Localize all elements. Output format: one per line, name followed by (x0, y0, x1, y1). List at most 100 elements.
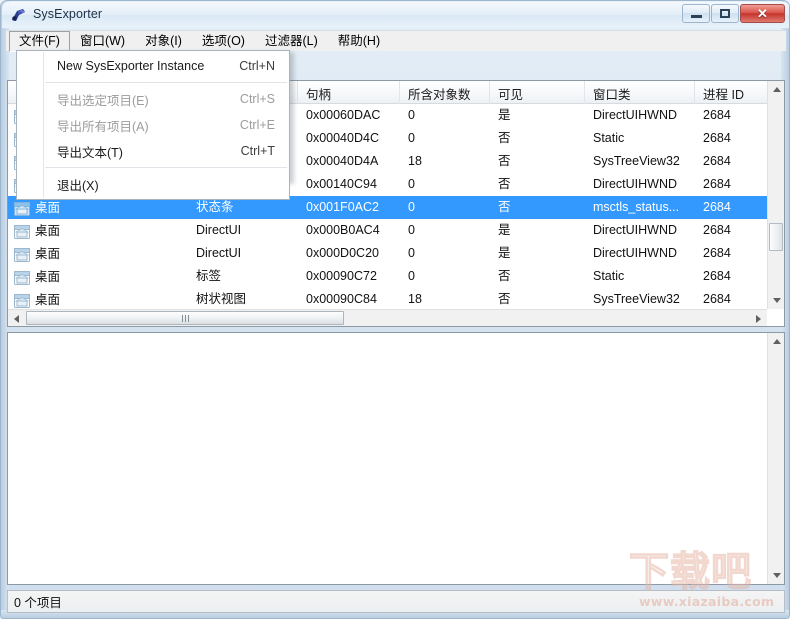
table-row[interactable]: 桌面 DirectUI 0x000D0C20 0 是 DirectUIHWND 2684 (8, 242, 784, 265)
cell-control: DirectUI (196, 246, 242, 260)
menu-filter[interactable]: 过滤器(L) (255, 31, 328, 52)
minimize-button[interactable] (682, 4, 710, 23)
cell-visible: 是 (498, 246, 511, 260)
scroll-thumb-grip (181, 314, 189, 322)
menu-options[interactable]: 选项(O) (192, 31, 255, 52)
cell-handle: 0x001F0AC2 (306, 200, 379, 214)
cell-objects: 18 (408, 292, 422, 306)
cell-pid: 2684 (703, 131, 731, 145)
cell-pid: 2684 (703, 154, 731, 168)
cell-objects: 18 (408, 154, 422, 168)
menu-help[interactable]: 帮助(H) (328, 31, 390, 52)
window-title: SysExporter (33, 7, 103, 21)
window-controls: ✕ (682, 4, 785, 23)
listview-vertical-scrollbar[interactable] (767, 81, 784, 309)
cell-handle: 0x000D0C20 (306, 246, 379, 260)
cell-class: SysTreeView32 (593, 292, 680, 306)
cell-visible: 是 (498, 108, 511, 122)
app-icon (10, 7, 27, 24)
status-item-count: 0 个项目 (14, 596, 62, 610)
cell-class: Static (593, 269, 625, 283)
cell-class: DirectUIHWND (593, 108, 678, 122)
cell-class: DirectUIHWND (593, 177, 678, 191)
cell-handle: 0x00090C72 (306, 269, 377, 283)
file-menu-item-2: 导出所有项目(A) Ctrl+E (17, 112, 289, 138)
window-icon (14, 224, 30, 239)
cell-control: DirectUI (196, 223, 242, 237)
scroll-left-icon[interactable] (8, 310, 25, 326)
content-scroll-down-icon[interactable] (768, 567, 784, 584)
listview-horizontal-scrollbar[interactable] (8, 309, 767, 326)
cell-pid: 2684 (703, 200, 731, 214)
window-frame: SysExporter ✕ 文件(F) 窗口(W) 对象(I) 选项(O) 过滤… (0, 0, 790, 619)
cell-handle: 0x00140C94 (306, 177, 377, 191)
scroll-up-icon[interactable] (768, 81, 784, 98)
cell-objects: 0 (408, 131, 415, 145)
title-bar[interactable]: SysExporter ✕ (2, 2, 789, 28)
scroll-right-icon[interactable] (750, 310, 767, 326)
cell-handle: 0x00040D4A (306, 154, 379, 168)
cell-title-text: 桌面 (35, 223, 61, 238)
cell-handle: 0x000B0AC4 (306, 223, 380, 237)
cell-objects: 0 (408, 246, 415, 260)
content-pane[interactable] (7, 332, 785, 585)
cell-visible: 否 (498, 292, 511, 306)
cell-visible: 否 (498, 131, 511, 145)
file-menu-item-label: 导出选定项目(E) (57, 93, 149, 108)
content-scroll-up-icon[interactable] (768, 333, 784, 350)
menu-file[interactable]: 文件(F) (9, 30, 70, 52)
cell-visible: 是 (498, 223, 511, 237)
cell-objects: 0 (408, 269, 415, 283)
vertical-scroll-thumb[interactable] (769, 223, 783, 251)
application-window: SysExporter ✕ 文件(F) 窗口(W) 对象(I) 选项(O) 过滤… (0, 0, 790, 619)
cell-title: 桌面 (8, 288, 188, 308)
file-menu-item-3[interactable]: 导出文本(T) Ctrl+T (17, 138, 289, 164)
cell-title: 桌面 (8, 242, 188, 265)
cell-class: DirectUIHWND (593, 223, 678, 237)
column-header-handle[interactable]: 句柄 (298, 81, 400, 104)
cell-objects: 0 (408, 200, 415, 214)
cell-class: DirectUIHWND (593, 246, 678, 260)
table-row[interactable]: 桌面 树状视图 0x00090C84 18 否 SysTreeView32 2684 (8, 288, 784, 308)
close-button[interactable]: ✕ (740, 4, 785, 23)
content-pane-text[interactable] (8, 333, 767, 584)
cell-pid: 2684 (703, 223, 731, 237)
window-icon (14, 270, 30, 285)
cell-handle: 0x00090C84 (306, 292, 377, 306)
maximize-icon (720, 9, 730, 18)
file-menu-item-1: 导出选定项目(E) Ctrl+S (17, 86, 289, 112)
cell-title-text: 桌面 (35, 292, 61, 307)
scroll-down-icon[interactable] (768, 292, 784, 309)
file-menu-item-0[interactable]: New SysExporter Instance Ctrl+N (17, 53, 289, 79)
cell-title-text: 桌面 (35, 269, 61, 284)
horizontal-scroll-thumb[interactable] (26, 311, 344, 325)
table-row[interactable]: 桌面 DirectUI 0x000B0AC4 0 是 DirectUIHWND 2684 (8, 219, 784, 242)
cell-pid: 2684 (703, 246, 731, 260)
file-menu-item-accelerator: Ctrl+E (239, 118, 275, 132)
cell-class: Static (593, 131, 625, 145)
maximize-button[interactable] (711, 4, 739, 23)
menu-window[interactable]: 窗口(W) (70, 31, 135, 52)
cell-objects: 0 (408, 108, 415, 122)
menu-separator (45, 82, 287, 83)
column-header-pid[interactable]: 进程 ID (695, 81, 769, 104)
cell-objects: 0 (408, 223, 415, 237)
cell-visible: 否 (498, 154, 511, 168)
file-menu-item-accelerator: Ctrl+S (239, 92, 275, 106)
menu-separator (45, 167, 287, 168)
column-header-visible[interactable]: 可见 (490, 81, 585, 104)
content-vertical-scrollbar[interactable] (767, 333, 784, 584)
cell-objects: 0 (408, 177, 415, 191)
menu-object[interactable]: 对象(I) (135, 31, 192, 52)
window-icon (14, 247, 30, 262)
minimize-icon (690, 15, 702, 18)
column-header-class[interactable]: 窗口类 (585, 81, 695, 104)
file-menu-item-4[interactable]: 退出(X) (17, 171, 289, 197)
cell-class: SysTreeView32 (593, 154, 680, 168)
column-header-objects[interactable]: 所含对象数 (400, 81, 490, 104)
cell-title: 桌面 (8, 219, 188, 242)
table-row[interactable]: 桌面 标签 0x00090C72 0 否 Static 2684 (8, 265, 784, 288)
file-menu-item-label: 退出(X) (57, 178, 99, 193)
status-bar: 0 个项目 (7, 590, 785, 613)
cell-pid: 2684 (703, 108, 731, 122)
